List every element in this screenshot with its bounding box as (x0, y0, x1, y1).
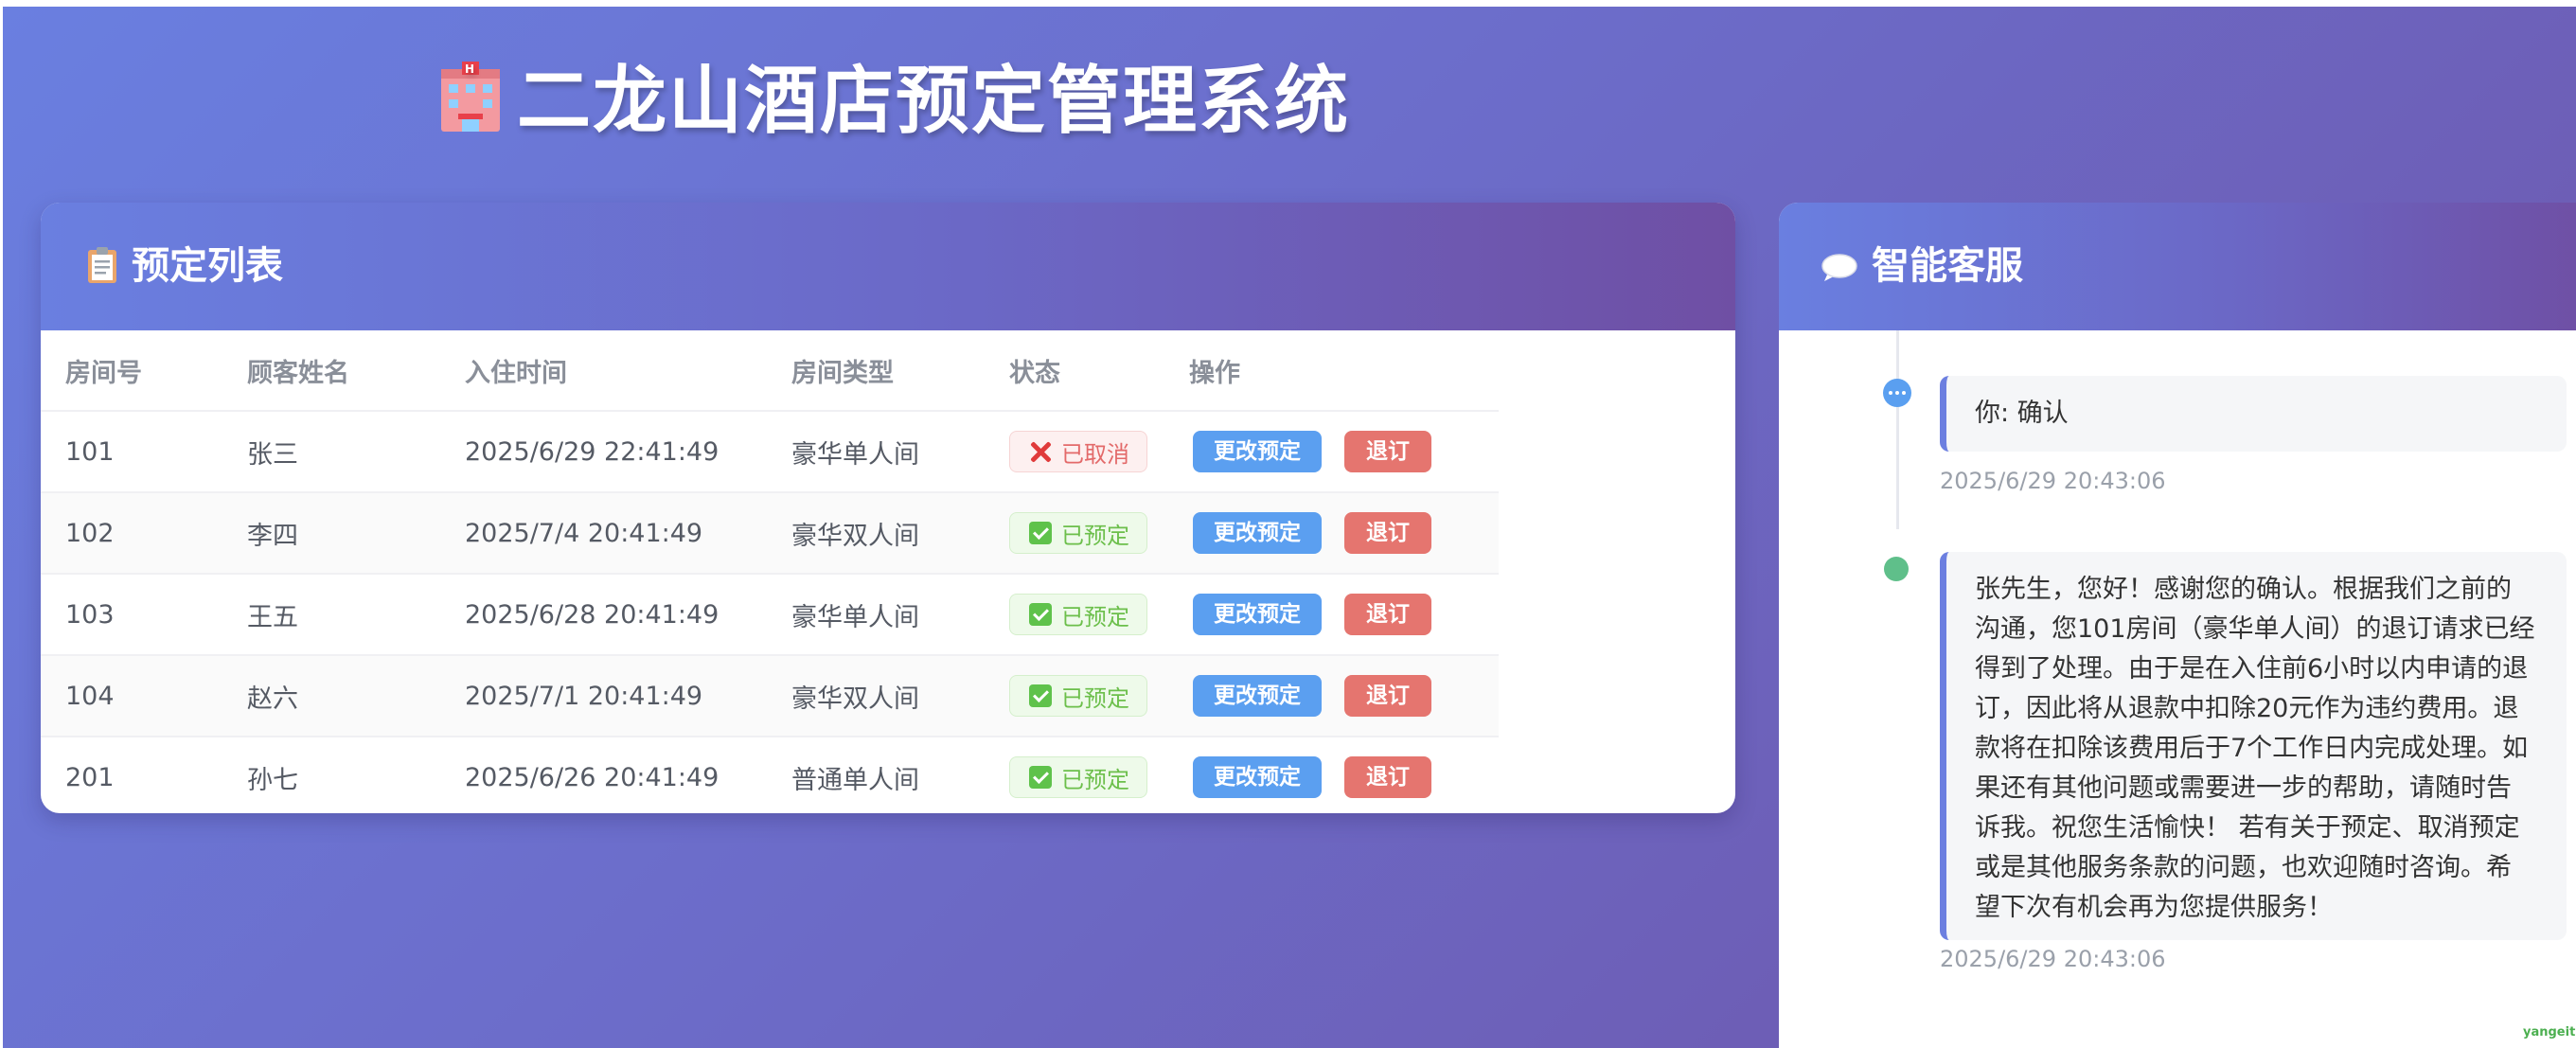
cancel-booking-button[interactable]: 退订 (1344, 756, 1431, 798)
cell-name: 王五 (247, 574, 465, 656)
bot-message-line: 或是其他服务条款的问题，也欢迎随时咨询。希 (1975, 853, 2512, 882)
cancel-booking-button[interactable]: 退订 (1344, 512, 1431, 554)
cell-checkin: 2025/6/29 22:41:49 (465, 411, 791, 493)
cell-checkin: 2025/7/4 20:41:49 (465, 492, 791, 575)
cell-name: 李四 (247, 492, 465, 575)
cell-room-type: 普通单人间 (791, 765, 919, 795)
modify-booking-button[interactable]: 更改预定 (1193, 756, 1322, 798)
clipboard-icon (88, 247, 116, 283)
cell-room-type: 豪华单人间 (791, 411, 1009, 493)
cancel-booking-button[interactable]: 退订 (1344, 431, 1431, 472)
cross-icon (1029, 440, 1052, 463)
bot-message-line: 订，因此将从退款中扣除20元作为违约费用。退 (1975, 694, 2519, 723)
cell-room: 201 (65, 762, 115, 792)
cell-room: 102 (41, 492, 247, 575)
status-badge-booked: 已预定 (1009, 756, 1147, 798)
status-badge-booked: 已预定 (1009, 675, 1147, 717)
bot-message: 张先生，您好！感谢您的确认。根据我们之前的 沟通，您101房间（豪华单人间）的退… (1940, 552, 2567, 940)
cell-name: 张三 (247, 411, 465, 493)
page-title-text: 二龙山酒店预定管理系统 (516, 59, 1350, 144)
hotel-icon: H (440, 62, 500, 132)
bot-message-line: 果还有其他问题或需要进一步的帮助，请随时告 (1975, 773, 2512, 803)
checkbox-check-icon (1029, 766, 1052, 789)
cell-name: 赵六 (247, 655, 465, 737)
booking-list-panel: 预定列表 房间号 顾客姓名 入住时间 房间类型 状态 操作 101 张三 202… (41, 203, 1735, 813)
status-badge-booked: 已预定 (1009, 594, 1147, 635)
cell-status: 已预定 (1009, 655, 1189, 737)
cancel-booking-button[interactable]: 退订 (1344, 594, 1431, 635)
bot-message-line: 张先生，您好！感谢您的确认。根据我们之前的 (1975, 575, 2512, 604)
cell-actions: 更改预定 退订 (1189, 655, 1499, 737)
status-text: 已预定 (1061, 603, 1129, 631)
column-header-name: 顾客姓名 (247, 330, 465, 412)
chat-panel: 智能客服 你: 确认 2025/6/29 20:43:06 张先生，您好！感谢您… (1779, 203, 2576, 1048)
cell-actions: 更改预定 退订 (1189, 737, 1499, 813)
watermark: yangeit (2523, 1025, 2576, 1039)
page-title: H 二龙山酒店预定管理系统 (3, 49, 1783, 153)
modify-booking-button[interactable]: 更改预定 (1193, 512, 1322, 554)
cell-checkin: 2025/7/1 20:41:49 (465, 655, 791, 737)
bot-avatar-dot-icon (1884, 557, 1909, 581)
column-header-room-type: 房间类型 (791, 330, 1009, 412)
checkbox-check-icon (1029, 684, 1052, 707)
booking-table: 房间号 顾客姓名 入住时间 房间类型 状态 操作 101 张三 2025/6/2… (41, 330, 1499, 813)
cell-actions: 更改预定 退订 (1189, 574, 1499, 656)
chat-title: 智能客服 (1872, 244, 2023, 288)
cell-actions: 更改预定 退订 (1189, 492, 1499, 575)
table-row: 104 赵六 2025/7/1 20:41:49 豪华双人间 已预定 更改预定退… (41, 655, 1499, 737)
cell-checkin: 2025/6/26 20:41:49 (465, 762, 720, 792)
bot-message-line: 得到了处理。由于是在入住前6小时以内申请的退 (1975, 654, 2529, 684)
cell-checkin: 2025/6/28 20:41:49 (465, 574, 791, 656)
checkbox-check-icon (1029, 522, 1052, 544)
cell-room: 101 (41, 411, 247, 493)
svg-text:H: H (465, 62, 476, 76)
table-row: 103 王五 2025/6/28 20:41:49 豪华单人间 已预定 更改预定… (41, 574, 1499, 656)
modify-booking-button[interactable]: 更改预定 (1193, 675, 1322, 717)
bot-message-line: 款将在扣除该费用后于7个工作日内完成处理。如 (1975, 734, 2529, 763)
column-header-actions: 操作 (1189, 330, 1499, 412)
modify-booking-button[interactable]: 更改预定 (1193, 431, 1322, 472)
app-background: H 二龙山酒店预定管理系统 预定列表 房间号 顾客姓名 入住时间 房间类型 状态… (3, 7, 2576, 1048)
status-badge-booked: 已预定 (1009, 512, 1147, 554)
table-header-row: 房间号 顾客姓名 入住时间 房间类型 状态 操作 (41, 330, 1499, 412)
cell-name: 孙七 (247, 765, 298, 795)
cell-status: 已预定 (1009, 737, 1189, 813)
booking-list-title: 预定列表 (132, 244, 283, 288)
speech-bubble-icon (1821, 254, 1857, 281)
cancel-booking-button[interactable]: 退订 (1344, 675, 1431, 717)
cell-room: 103 (41, 574, 247, 656)
status-text: 已取消 (1061, 440, 1129, 468)
bot-message-line: 望下次有机会再为您提供服务！ (1975, 893, 2333, 922)
column-header-checkin: 入住时间 (465, 330, 791, 412)
cell-actions: 更改预定 退订 (1189, 411, 1499, 493)
bot-message-line: 诉我。祝您生活愉快！ 若有关于预定、取消预定 (1975, 813, 2520, 843)
message-timestamp: 2025/6/29 20:43:06 (1940, 946, 2166, 972)
status-text: 已预定 (1061, 766, 1129, 793)
cell-status: 已预定 (1009, 574, 1189, 656)
table-row: 201 孙七 2025/6/26 20:41:49 普通单人间 已预定 更改预定… (41, 737, 1499, 813)
booking-list-header: 预定列表 (41, 203, 1735, 330)
table-row: 101 张三 2025/6/29 22:41:49 豪华单人间 已取消 更改预定… (41, 411, 1499, 493)
cell-room-type: 豪华双人间 (791, 492, 1009, 575)
cell-status: 已取消 (1009, 411, 1189, 493)
chat-timeline (1896, 330, 1899, 529)
user-avatar-dot-icon (1883, 379, 1911, 407)
message-timestamp: 2025/6/29 20:43:06 (1940, 468, 2166, 494)
table-row: 102 李四 2025/7/4 20:41:49 豪华双人间 已预定 更改预定退… (41, 492, 1499, 575)
status-text: 已预定 (1061, 522, 1129, 549)
cell-room: 104 (41, 655, 247, 737)
modify-booking-button[interactable]: 更改预定 (1193, 594, 1322, 635)
status-badge-cancelled: 已取消 (1009, 431, 1147, 472)
bot-message-line: 沟通，您101房间（豪华单人间）的退订请求已经 (1975, 614, 2535, 644)
user-message-text: 你: 确认 (1975, 399, 2069, 428)
column-header-room: 房间号 (41, 330, 247, 412)
cell-room-type: 豪华双人间 (791, 655, 1009, 737)
user-message: 你: 确认 (1940, 376, 2567, 452)
column-header-status: 状态 (1009, 330, 1189, 412)
cell-status: 已预定 (1009, 492, 1189, 575)
status-text: 已预定 (1061, 684, 1129, 712)
chat-header: 智能客服 (1779, 203, 2576, 330)
cell-room-type: 豪华单人间 (791, 574, 1009, 656)
checkbox-check-icon (1029, 603, 1052, 626)
